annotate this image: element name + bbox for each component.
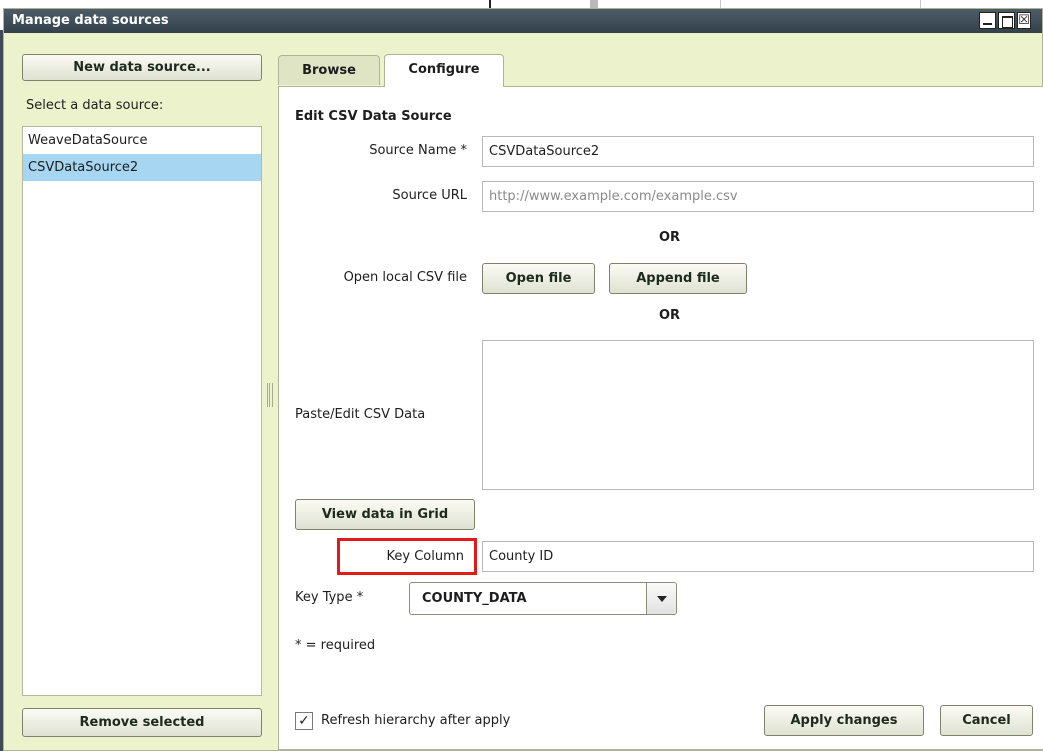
key-type-label: Key Type * xyxy=(295,590,364,605)
key-column-label: Key Column xyxy=(386,549,465,564)
source-name-label: Source Name * xyxy=(369,143,467,158)
panel-divider-handle[interactable] xyxy=(267,383,273,407)
remove-selected-button[interactable]: Remove selected xyxy=(22,708,262,737)
tab-configure[interactable]: Configure xyxy=(384,54,504,87)
paste-csv-label: Paste/Edit CSV Data xyxy=(295,407,426,422)
required-note: * = required xyxy=(295,638,376,653)
window-title: Manage data sources xyxy=(12,13,169,28)
key-type-value: COUNTY_DATA xyxy=(422,591,527,606)
minimize-icon[interactable] xyxy=(979,12,996,29)
refresh-hierarchy-checkbox[interactable]: ✓ xyxy=(295,712,313,730)
apply-changes-button[interactable]: Apply changes xyxy=(764,705,924,736)
list-item-weavedatasource[interactable]: WeaveDataSource xyxy=(23,127,261,154)
data-source-list[interactable]: WeaveDataSource CSVDataSource2 xyxy=(22,126,262,696)
window-titlebar[interactable]: Manage data sources ☒ xyxy=(4,9,1042,33)
new-data-source-button[interactable]: New data source... xyxy=(22,54,262,81)
maximize-icon[interactable] xyxy=(998,12,1015,29)
cancel-button[interactable]: Cancel xyxy=(940,705,1033,736)
select-data-source-label: Select a data source: xyxy=(26,98,164,113)
close-icon[interactable]: ☒ xyxy=(1017,12,1031,29)
view-data-in-grid-button[interactable]: View data in Grid xyxy=(295,499,475,530)
source-url-field[interactable]: http://www.example.com/example.csv xyxy=(482,181,1034,212)
configure-panel: Edit CSV Data Source Source Name * CSVDa… xyxy=(278,86,1043,750)
key-type-select[interactable]: COUNTY_DATA xyxy=(409,582,677,615)
tab-browse[interactable]: Browse xyxy=(278,55,380,85)
background-app-strip xyxy=(0,0,1043,8)
or-separator-2: OR xyxy=(659,308,681,323)
append-file-button[interactable]: Append file xyxy=(609,263,747,294)
manage-data-sources-window: Manage data sources ☒ New data source...… xyxy=(3,8,1043,751)
list-item-csvdatasource2[interactable]: CSVDataSource2 xyxy=(23,154,261,181)
refresh-hierarchy-label[interactable]: Refresh hierarchy after apply xyxy=(321,713,510,728)
source-name-field[interactable]: CSVDataSource2 xyxy=(482,136,1034,167)
chevron-down-icon[interactable] xyxy=(646,583,676,614)
csv-data-textarea[interactable] xyxy=(482,340,1034,490)
key-column-field[interactable]: County ID xyxy=(482,541,1034,572)
open-local-csv-label: Open local CSV file xyxy=(343,270,467,285)
source-url-label: Source URL xyxy=(392,188,467,203)
or-separator-1: OR xyxy=(659,230,681,245)
open-file-button[interactable]: Open file xyxy=(482,263,595,294)
form-heading: Edit CSV Data Source xyxy=(295,109,452,124)
